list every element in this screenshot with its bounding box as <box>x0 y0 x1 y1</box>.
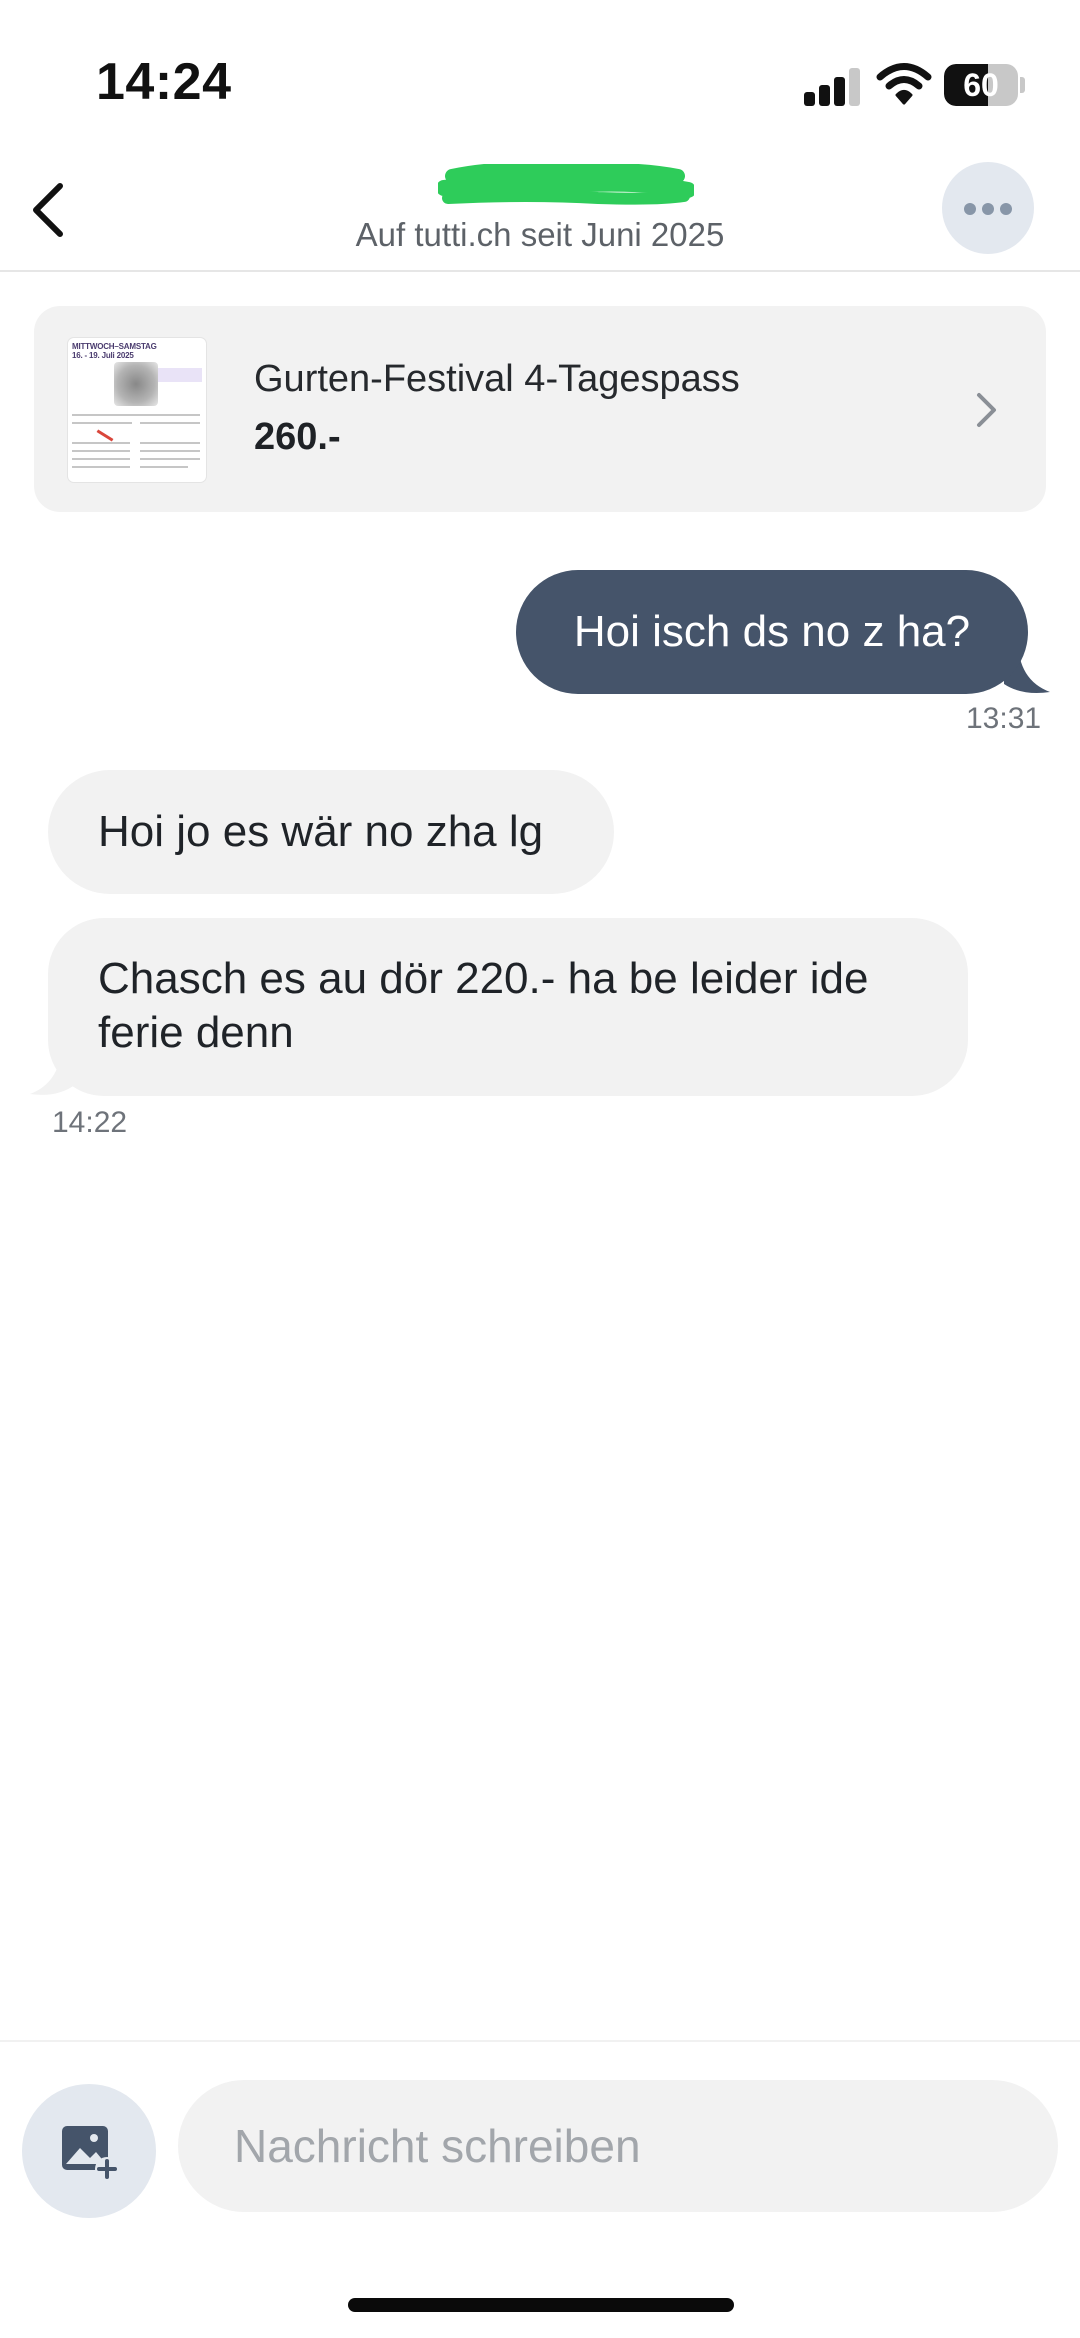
chevron-right-icon <box>977 393 996 427</box>
outgoing-message-bubble[interactable]: Hoi isch ds no z ha? <box>516 570 1028 694</box>
message-input[interactable] <box>178 2080 1058 2212</box>
more-dots-icon <box>964 203 976 215</box>
listing-thumbnail: MITTWOCH–SAMSTAG 16. - 19. Juli 2025 <box>68 338 206 482</box>
message-timestamp: 13:31 <box>966 702 1042 735</box>
status-bar: 14:24 60 <box>0 0 1080 150</box>
image-add-icon <box>62 2126 119 2181</box>
message-text: Hoi jo es wär no zha lg <box>98 807 544 856</box>
message-timestamp: 14:22 <box>52 1106 128 1139</box>
battery-icon: 60 <box>944 64 1025 106</box>
home-indicator <box>348 2298 734 2312</box>
message-composer <box>0 2040 1080 2338</box>
listing-card[interactable]: MITTWOCH–SAMSTAG 16. - 19. Juli 2025 Gur… <box>34 306 1046 512</box>
incoming-message-bubble[interactable]: Chasch es au dör 220.- ha be leider ide … <box>48 918 968 1096</box>
more-options-button[interactable] <box>942 162 1034 254</box>
redacted-username <box>438 164 694 205</box>
cellular-signal-icon <box>804 68 862 106</box>
message-text: Hoi isch ds no z ha? <box>573 607 971 656</box>
battery-percentage: 60 <box>963 67 999 103</box>
wifi-icon <box>876 63 932 105</box>
member-since-label: Auf tutti.ch seit Juni 2025 <box>355 216 725 253</box>
thumbnail-text-line1: MITTWOCH–SAMSTAG <box>72 342 157 351</box>
listing-price: 260.- <box>254 416 341 458</box>
attach-image-button[interactable] <box>22 2084 156 2218</box>
message-text: Chasch es au dör 220.- ha be leider ide … <box>98 954 869 1057</box>
status-time: 14:24 <box>96 53 232 111</box>
listing-title: Gurten-Festival 4-Tagespass <box>254 358 740 400</box>
thumbnail-text-line2: 16. - 19. Juli 2025 <box>72 351 134 360</box>
incoming-message-bubble[interactable]: Hoi jo es wär no zha lg <box>48 770 614 894</box>
chat-header: Auf tutti.ch seit Juni 2025 <box>0 150 1080 272</box>
